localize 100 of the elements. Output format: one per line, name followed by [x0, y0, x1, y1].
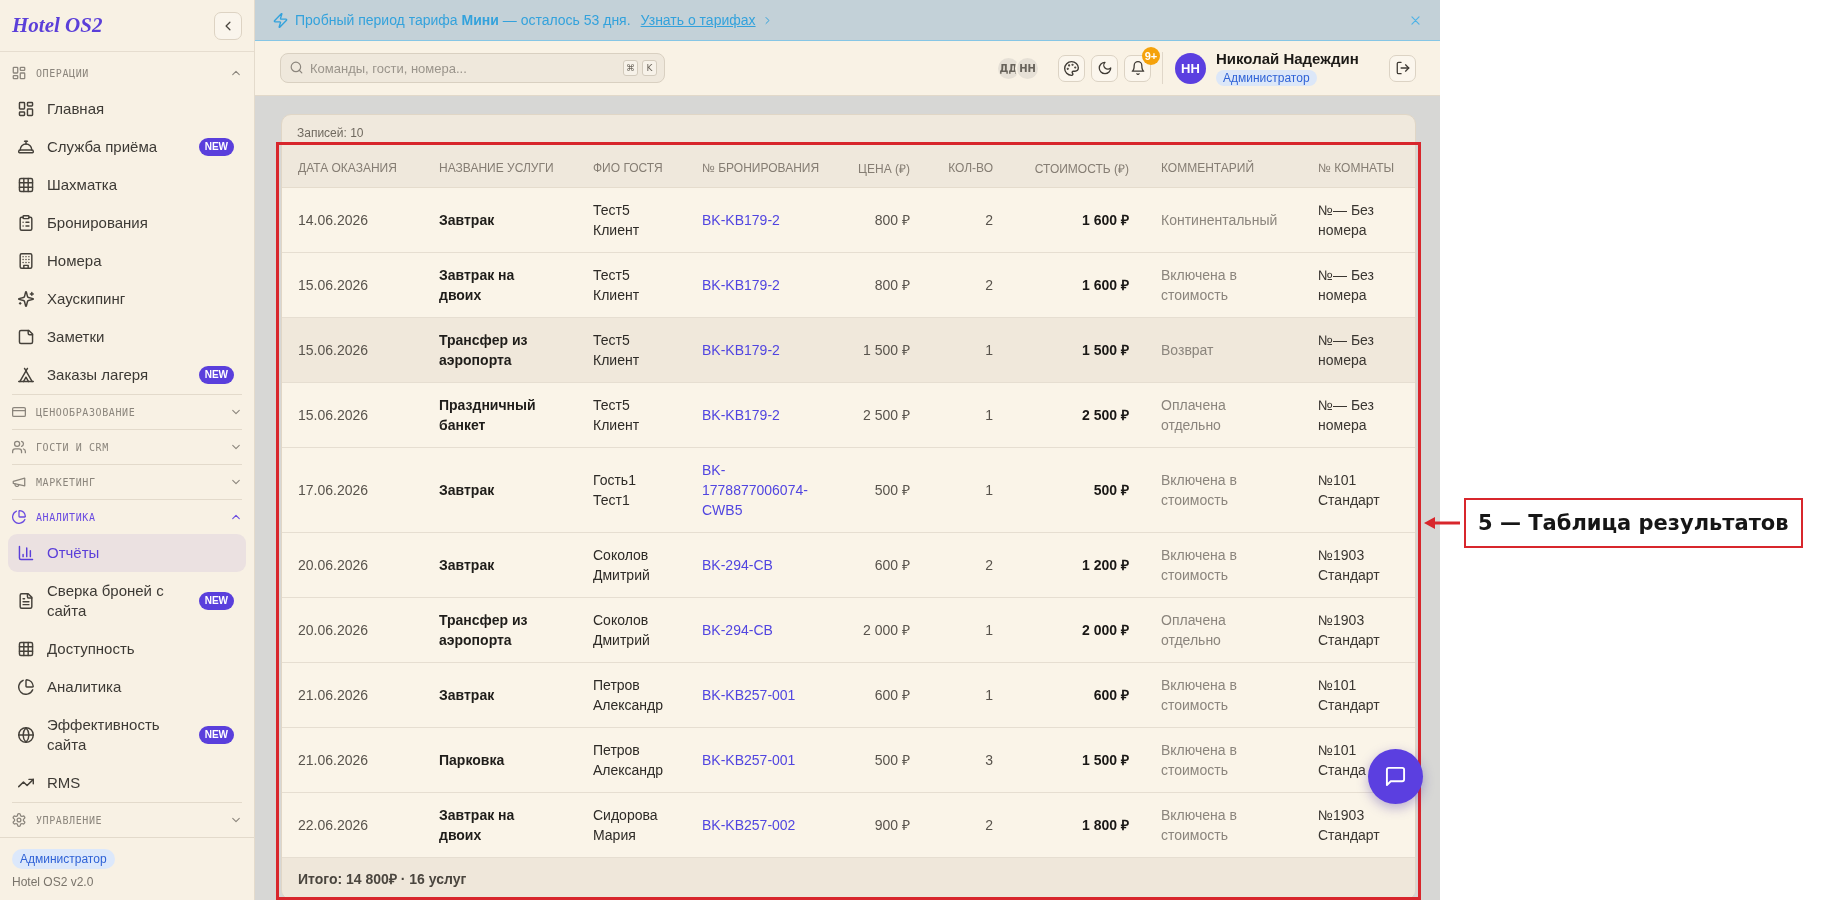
new-badge: NEW — [198, 138, 234, 156]
price-text: 1 500 ₽ — [863, 340, 910, 360]
grid-icon — [18, 177, 34, 193]
nav-item[interactable]: Номера — [8, 242, 246, 280]
moon-icon — [1097, 61, 1112, 75]
guest-name: Тест5 Клиент — [593, 330, 641, 370]
quantity-text: 2 — [985, 210, 993, 230]
nav-item[interactable]: Аналитика — [8, 668, 246, 706]
pie-chart-icon — [18, 679, 34, 695]
nav-item[interactable]: Бронирования — [8, 204, 246, 242]
app-logo: Hotel OS2 — [12, 13, 103, 38]
room-text: №— Без номера — [1318, 265, 1375, 305]
section-header[interactable]: УПРАВЛЕНИЕ — [0, 803, 254, 837]
bar-chart-icon — [18, 545, 34, 561]
sparkles-icon — [18, 291, 34, 307]
price-text: 2 500 ₽ — [863, 405, 910, 425]
section-header[interactable]: ЦЕНООБРАЗОВАНИЕ — [0, 395, 254, 429]
booking-link[interactable]: BK-294-CB — [702, 554, 773, 575]
guest-name: Соколов Дмитрий — [593, 610, 651, 650]
comment-text: Включена в стоимость — [1161, 470, 1238, 510]
new-badge: NEW — [198, 726, 234, 744]
booking-link[interactable]: BK-KB179-2 — [702, 209, 780, 230]
palette-icon — [1064, 60, 1079, 76]
date-text: 20.06.2026 — [298, 555, 369, 575]
service-name: Завтрак — [439, 685, 495, 705]
nav-item[interactable]: Сверка броней с сайта NEW — [8, 572, 246, 630]
booking-link[interactable]: BK-294-CB — [702, 619, 773, 640]
logout-icon — [1395, 61, 1410, 75]
guest-name: Сидорова Мария — [593, 805, 659, 845]
palette-button[interactable] — [1058, 54, 1085, 82]
tiles-icon — [18, 101, 34, 117]
building-icon — [18, 253, 34, 269]
nav-item[interactable]: Отчёты — [8, 534, 246, 572]
users-icon — [12, 440, 26, 454]
price-text: 600 ₽ — [874, 685, 910, 705]
notification-badge: 9+ — [1142, 46, 1160, 65]
banner-message: Пробный период тарифа Мини — осталось 53 дня. — [295, 12, 631, 28]
records-count: Записей: 10 — [297, 125, 364, 140]
guest-name: Тест5 Клиент — [593, 265, 641, 305]
room-text: №101 Стандарт — [1318, 470, 1381, 510]
nav-item[interactable]: Доступность — [8, 630, 246, 668]
globe-icon — [18, 727, 34, 743]
guest-name: Петров Александр — [593, 740, 665, 780]
close-icon — [1409, 13, 1422, 27]
booking-link[interactable]: BK-KB179-2 — [702, 404, 780, 425]
card-icon — [12, 405, 26, 419]
comment-text: Оплачена отдельно — [1161, 610, 1227, 650]
nav-item[interactable]: Главная — [8, 90, 246, 128]
booking-link[interactable]: BK-KB179-2 — [702, 339, 780, 360]
service-name: Праздничный банкет — [439, 395, 537, 435]
quantity-text: 1 — [985, 620, 993, 640]
guest-name: Соколов Дмитрий — [593, 545, 651, 585]
room-text: №101 Стандарт — [1318, 675, 1381, 715]
date-text: 14.06.2026 — [298, 210, 369, 230]
version-label: Hotel OS2 v2.0 — [12, 874, 94, 890]
nav-item[interactable]: Заметки — [8, 318, 246, 356]
service-name: Завтрак на двоих — [439, 805, 516, 845]
nav-item[interactable]: Служба приёма NEW — [8, 128, 246, 166]
logout-button[interactable] — [1389, 54, 1416, 82]
search-icon — [290, 61, 303, 74]
comment-text: Включена в стоимость — [1161, 805, 1238, 845]
section-header[interactable]: ГОСТИ И CRM — [0, 430, 254, 464]
price-text: 800 ₽ — [874, 275, 910, 295]
cost-text: 1 600 ₽ — [1082, 275, 1129, 295]
service-name: Трансфер из аэропорта — [439, 330, 529, 370]
nav-item[interactable]: Хаускипинг — [8, 280, 246, 318]
nav-item[interactable]: Заказы лагеря NEW — [8, 356, 246, 394]
nav-item[interactable]: Эффективность сайта NEW — [8, 706, 246, 764]
nav-item[interactable]: RMS — [8, 764, 246, 802]
service-name: Завтрак на двоих — [439, 265, 516, 305]
cost-text: 2 500 ₽ — [1082, 405, 1129, 425]
booking-link[interactable]: BK-KB179-2 — [702, 274, 780, 295]
section-header[interactable]: ОПЕРАЦИИ — [0, 56, 254, 90]
room-text: №1903 Стандарт — [1318, 610, 1381, 650]
document-icon — [18, 593, 34, 609]
guest-name: Петров Александр — [593, 675, 665, 715]
section-header[interactable]: АНАЛИТИКА — [0, 500, 254, 534]
guest-name: Гость1 Тест1 — [593, 470, 637, 510]
service-name: Завтрак — [439, 210, 495, 230]
guest-name: Тест5 Клиент — [593, 395, 641, 435]
price-text: 2 000 ₽ — [863, 620, 910, 640]
settings-icon — [12, 813, 26, 827]
date-text: 15.06.2026 — [298, 340, 369, 360]
price-text: 500 ₽ — [874, 750, 910, 770]
nav-item[interactable]: Шахматка — [8, 166, 246, 204]
user-name: Николай Надеждин — [1216, 50, 1359, 68]
cost-text: 1 800 ₽ — [1082, 815, 1129, 835]
tent-icon — [18, 367, 34, 383]
section-header[interactable]: МАРКЕТИНГ — [0, 465, 254, 499]
megaphone-icon — [12, 475, 26, 489]
comment-text: Континентальный — [1161, 210, 1278, 230]
price-text: 900 ₽ — [874, 815, 910, 835]
date-text: 21.06.2026 — [298, 685, 369, 705]
room-text: №1903 Стандарт — [1318, 545, 1381, 585]
grid-icon — [18, 641, 34, 657]
cost-text: 1 600 ₽ — [1082, 210, 1129, 230]
comment-text: Включена в стоимость — [1161, 675, 1238, 715]
theme-button[interactable] — [1091, 54, 1118, 82]
user-avatar: НН — [1015, 55, 1040, 81]
room-text: №— Без номера — [1318, 395, 1375, 435]
